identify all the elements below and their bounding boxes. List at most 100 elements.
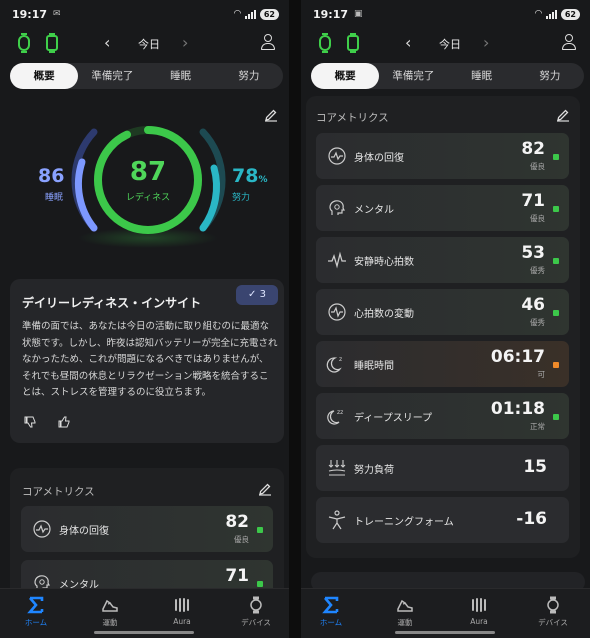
metric-value: 71 (521, 191, 545, 211)
chevron-right-icon[interactable]: › (483, 33, 489, 52)
core-metrics-section: コアメトリクス 身体の回復 82 優良 メンタル 71 (10, 468, 284, 606)
core-metrics-title: コアメトリクス (316, 112, 389, 124)
svg-text:zz: zz (337, 409, 343, 416)
nav-device[interactable]: デバイス (226, 595, 286, 628)
insight-body: 準備の面では、あなたは今日の活動に取り組むのに最適な状態です。しかし、昨夜は認知… (22, 321, 278, 398)
top-bar: ‹ 今日 › (0, 32, 289, 54)
metric-status: 可 (537, 370, 546, 379)
metric-row[interactable]: z 睡眠時間 06:17 可 (316, 341, 569, 387)
tab-sleep[interactable]: 睡眠 (448, 63, 516, 89)
readiness-gauge[interactable]: 87 レディネス 86 睡眠 78% 努力 (0, 110, 289, 260)
nav-aura[interactable]: Aura (152, 595, 212, 626)
metric-value: 82 (225, 512, 249, 532)
metric-value: 71 (225, 566, 249, 586)
metric-status: 正常 (530, 422, 545, 431)
metric-value: 46 (521, 295, 545, 315)
metric-status: 優良 (530, 214, 545, 223)
watch-device-icon (547, 596, 559, 614)
svg-text:z: z (339, 356, 342, 363)
watch-square-icon[interactable] (347, 33, 359, 53)
metric-label: トレーニングフォーム (354, 517, 454, 528)
tab-effort[interactable]: 努力 (516, 63, 584, 89)
signal-icon (545, 9, 557, 19)
metric-value: -16 (516, 509, 547, 529)
nav-device[interactable]: デバイス (523, 595, 583, 628)
tab-bar: 概要 準備完了 睡眠 努力 (10, 63, 283, 89)
recovery-wave-icon (33, 520, 51, 538)
screen-overview-right: 19:17 ▣ ◠ 62 ‹ 今日 › 概要 準備完了 睡眠 努力 コアメトリク… (301, 0, 590, 638)
nav-exercise[interactable]: 運動 (80, 595, 140, 628)
metric-label: 心拍数の変動 (354, 309, 414, 320)
nav-home[interactable]: ホーム (6, 595, 66, 628)
tab-overview[interactable]: 概要 (311, 63, 380, 89)
battery-indicator: 62 (560, 8, 580, 20)
tab-sleep[interactable]: 睡眠 (147, 63, 215, 89)
edit-pencil-icon[interactable] (556, 108, 570, 122)
top-bar: ‹ 今日 › (301, 32, 590, 54)
metric-row[interactable]: 身体の回復 82 優良 (21, 506, 273, 552)
screenshot-icon: ▣ (354, 9, 363, 19)
readiness-label: レディネス (125, 193, 171, 203)
head-brain-icon (329, 200, 345, 215)
profile-icon[interactable] (562, 34, 576, 50)
date-label: 今日 (439, 38, 461, 51)
sigma-home-icon (27, 596, 44, 614)
metric-row[interactable]: 努力負荷 15 (316, 445, 569, 491)
tab-effort[interactable]: 努力 (215, 63, 283, 89)
edit-pencil-icon[interactable] (258, 482, 272, 496)
metric-value: 53 (521, 243, 545, 263)
recovery-wave-icon (328, 147, 346, 165)
thumbs-up-icon[interactable] (58, 415, 72, 429)
signal-icon (244, 9, 256, 19)
status-dot (553, 206, 559, 212)
metric-value: 01:18 (490, 399, 545, 419)
nav-exercise[interactable]: 運動 (375, 595, 435, 628)
watch-square-icon[interactable] (46, 33, 58, 53)
nav-home[interactable]: ホーム (301, 595, 361, 628)
core-metrics-title: コアメトリクス (22, 486, 95, 498)
heartbeat-line-icon (328, 251, 346, 269)
watch-device-icon (250, 596, 262, 614)
insight-badge[interactable]: ✓ 3 (236, 285, 278, 305)
chevron-right-icon[interactable]: › (182, 33, 188, 52)
sleep-moon-icon: z (326, 356, 342, 373)
metric-row[interactable]: 身体の回復 82 優良 (316, 133, 569, 179)
tab-readiness[interactable]: 準備完了 (379, 63, 447, 89)
effort-value: 78% (232, 165, 268, 187)
watch-round-icon[interactable] (18, 33, 30, 53)
metric-row[interactable]: トレーニングフォーム -16 (316, 497, 569, 543)
tab-readiness[interactable]: 準備完了 (78, 63, 146, 89)
metric-status: 優良 (530, 162, 545, 171)
status-time: 19:17 (313, 7, 349, 21)
bottom-navigation: ホーム 運動 Aura デバイス (301, 588, 590, 638)
tab-overview[interactable]: 概要 (10, 63, 79, 89)
metric-row[interactable]: メンタル 71 優良 (316, 185, 569, 231)
notification-icon: ✉ (53, 9, 61, 19)
core-metrics-section: コアメトリクス 身体の回復 82 優良 メンタル 71 優良 安静時心拍数 53… (306, 96, 580, 558)
thumbs-down-icon[interactable] (24, 415, 38, 429)
metric-label: 安静時心拍数 (354, 257, 414, 268)
sleep-value: 86 (38, 165, 65, 187)
status-dot (553, 310, 559, 316)
watch-round-icon[interactable] (319, 33, 331, 53)
status-dot (257, 581, 263, 587)
daily-insight-card[interactable]: デイリーレディネス・インサイト ✓ 3 準備の面では、あなたは今日の活動に取り組… (10, 279, 284, 443)
chevron-left-icon[interactable]: ‹ (405, 33, 411, 52)
chevron-left-icon[interactable]: ‹ (104, 33, 110, 52)
insight-title: デイリーレディネス・インサイト (22, 296, 202, 310)
profile-icon[interactable] (261, 34, 275, 50)
metric-value: 82 (521, 139, 545, 159)
metric-row[interactable]: zz ディープスリープ 01:18 正常 (316, 393, 569, 439)
status-dot (553, 362, 559, 368)
metric-row[interactable]: 心拍数の変動 46 優秀 (316, 289, 569, 335)
metric-label: 身体の回復 (59, 526, 109, 537)
effort-label: 努力 (232, 193, 251, 203)
status-dot (257, 527, 263, 533)
metric-row[interactable]: 安静時心拍数 53 優秀 (316, 237, 569, 283)
training-form-icon (328, 510, 346, 530)
status-dot (553, 258, 559, 264)
readiness-value: 87 (129, 157, 167, 187)
status-bar: 19:17 ▣ ◠ 62 (313, 6, 580, 22)
nav-aura[interactable]: Aura (449, 595, 509, 626)
hrv-circle-icon (328, 303, 346, 321)
